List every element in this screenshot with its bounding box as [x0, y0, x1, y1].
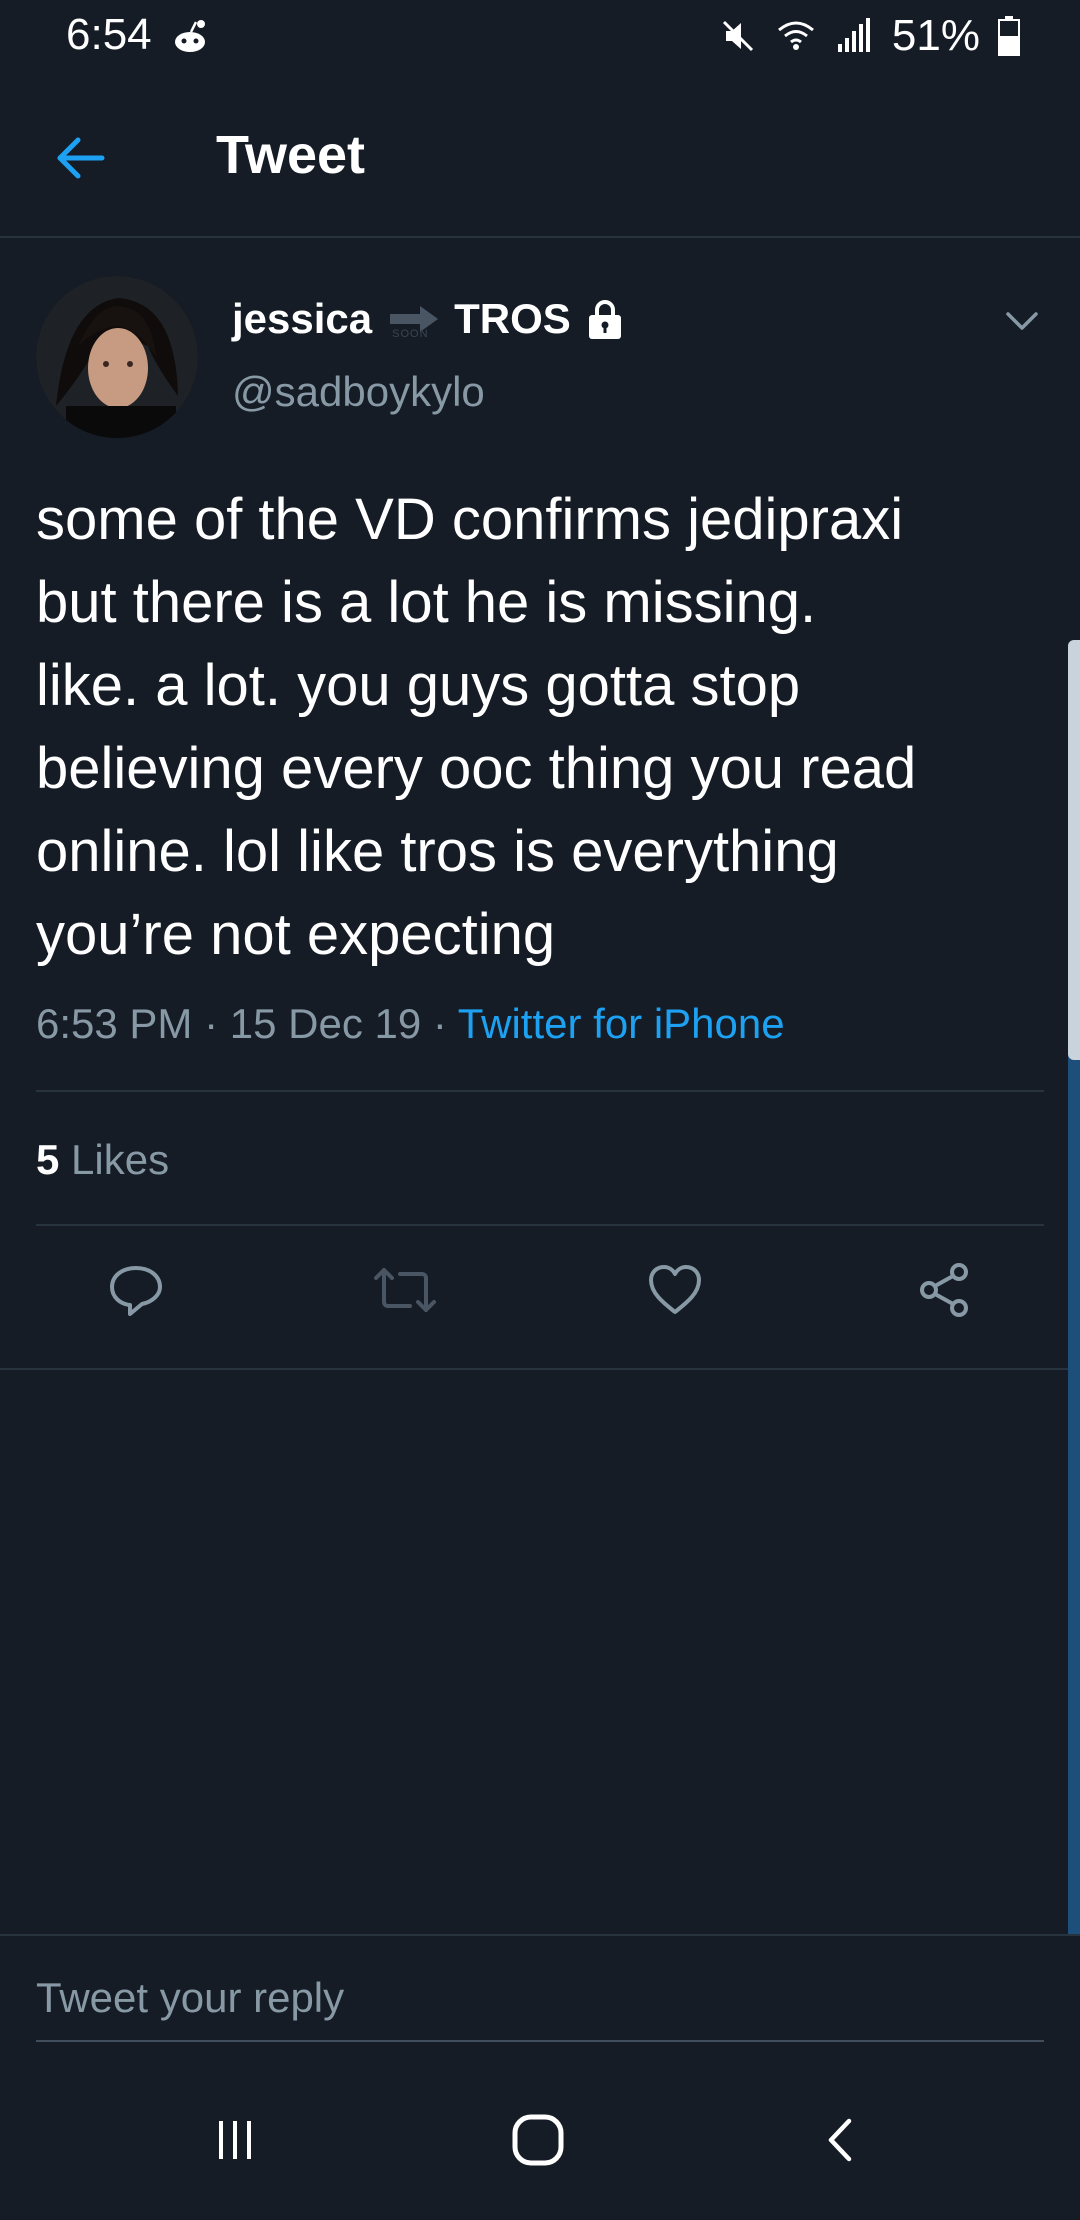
display-name-part1: jessica — [232, 295, 373, 342]
signal-icon — [837, 18, 870, 52]
recents-button[interactable] — [195, 2100, 275, 2180]
reddit-alien-icon — [175, 20, 205, 52]
tweet-time: 6:53 PM — [36, 1000, 193, 1047]
app-bar: Tweet — [0, 72, 1080, 238]
scrollbar-thumb[interactable] — [1068, 640, 1080, 1060]
wifi-icon — [777, 21, 814, 50]
soon-arrow-emoji: SOON — [386, 296, 440, 342]
reply-icon — [110, 1266, 162, 1316]
tweet-options-button[interactable] — [1000, 298, 1044, 342]
tweet-metadata: 6:53 PM · 15 Dec 19 · Twitter for iPhone — [36, 1000, 785, 1048]
meta-separator: · — [192, 1000, 230, 1047]
share-icon — [920, 1263, 968, 1317]
nav-back-button[interactable] — [800, 2100, 880, 2180]
home-icon — [512, 2114, 564, 2166]
tweet-text: some of the VD confirms jedipraxi but th… — [36, 487, 917, 967]
avatar-image — [36, 276, 198, 438]
page-title: Tweet — [216, 125, 366, 185]
likes-label: Likes — [71, 1136, 170, 1183]
avatar[interactable] — [36, 276, 198, 438]
tweet-date: 15 Dec 19 — [229, 1000, 422, 1047]
divider — [36, 1224, 1044, 1226]
status-bar: 6:54 51% — [0, 0, 1080, 72]
home-button[interactable] — [498, 2100, 578, 2180]
status-icons: 51% — [718, 10, 1020, 62]
back-button[interactable] — [40, 118, 120, 198]
user-handle[interactable]: @sadboykylo — [232, 368, 485, 416]
display-name-part2: TROS — [454, 295, 571, 342]
battery-percentage: 51% — [891, 11, 980, 60]
display-name[interactable]: jessica SOON TROS — [232, 295, 625, 343]
like-button[interactable] — [635, 1250, 715, 1330]
lock-icon — [588, 300, 621, 339]
divider — [36, 1090, 1044, 1092]
back-icon — [828, 2118, 852, 2162]
system-navigation-bar — [0, 2060, 1080, 2220]
tweet-source-link[interactable]: Twitter for iPhone — [458, 1000, 785, 1047]
likes-stat[interactable]: 5 Likes — [36, 1136, 169, 1184]
status-time: 6:54 — [66, 10, 152, 59]
reply-button[interactable] — [96, 1250, 176, 1330]
battery-icon — [998, 16, 1020, 56]
soon-label: SOON — [392, 328, 429, 340]
retweet-button[interactable] — [365, 1250, 445, 1330]
mute-icon — [722, 20, 753, 52]
reply-bar — [0, 1934, 1080, 2060]
heart-icon — [649, 1265, 701, 1314]
meta-separator: · — [421, 1000, 458, 1047]
retweet-icon — [374, 1268, 436, 1312]
section-divider — [0, 1368, 1080, 1370]
recents-icon — [219, 2121, 251, 2159]
likes-count: 5 — [36, 1136, 60, 1183]
arrow-left-icon — [57, 137, 105, 179]
share-button[interactable] — [905, 1250, 985, 1330]
reply-input[interactable] — [36, 1956, 1044, 2042]
tweet-actions — [0, 1250, 1080, 1330]
chevron-down-icon — [1006, 312, 1038, 330]
